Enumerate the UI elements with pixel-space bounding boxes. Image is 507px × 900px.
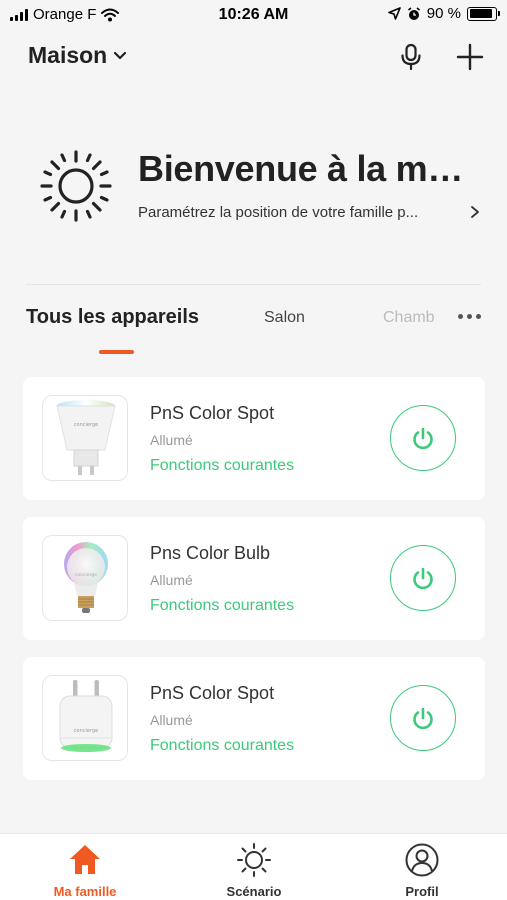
welcome-subtitle: Paramétrez la position de votre famille … [138, 204, 419, 221]
chevron-down-icon [114, 51, 127, 59]
tab-chambre[interactable]: Chamb [383, 309, 441, 327]
tab-salon[interactable]: Salon [264, 309, 305, 327]
divider [26, 284, 481, 285]
spot-bulb-icon: concierge [56, 400, 116, 475]
tab-all-devices[interactable]: Tous les appareils [26, 306, 199, 329]
device-card[interactable]: concierge PnS Color Spot Allumé Fonction… [23, 657, 485, 780]
common-functions-link[interactable]: Fonctions courantes [150, 597, 294, 615]
power-icon [413, 567, 433, 590]
power-icon [413, 707, 433, 730]
microphone-icon[interactable] [396, 42, 426, 72]
room-tabs: Tous les appareils Salon Chamb [0, 300, 507, 360]
svg-text:concierge: concierge [74, 728, 98, 734]
nav-label: Profil [405, 884, 439, 899]
status-right: 90 % [387, 5, 500, 22]
color-bulb-icon: concierge [64, 542, 108, 613]
common-functions-link[interactable]: Fonctions courantes [150, 457, 294, 475]
svg-text:concierge: concierge [74, 422, 98, 428]
nav-profile[interactable]: Profil [362, 834, 482, 900]
svg-text:concierge: concierge [75, 572, 97, 578]
device-card[interactable]: concierge Pns Color Bulb Allumé Fonction… [23, 517, 485, 640]
nav-family[interactable]: Ma famille [25, 834, 145, 900]
device-thumbnail: concierge [42, 535, 128, 621]
header: Maison [0, 36, 507, 76]
device-name: Pns Color Bulb [150, 543, 271, 563]
sun-icon [40, 150, 112, 222]
welcome-banner[interactable]: Bienvenue à la mai... Paramétrez la posi… [0, 140, 507, 240]
device-status: Allumé [150, 432, 193, 448]
active-tab-indicator [99, 350, 134, 354]
device-name: PnS Color Spot [150, 683, 275, 703]
chevron-right-icon [471, 206, 479, 218]
device-thumbnail: concierge [42, 395, 128, 481]
home-name: Maison [28, 42, 108, 68]
location-arrow-icon [387, 7, 401, 20]
alarm-icon [407, 6, 420, 20]
power-button[interactable] [390, 545, 456, 611]
nav-label: Scénario [226, 884, 282, 899]
welcome-title: Bienvenue à la mai... [138, 148, 478, 189]
add-device-icon[interactable] [455, 42, 485, 72]
bottom-navigation: Ma famille Scénario Profil [0, 833, 507, 900]
nav-scenario[interactable]: Scénario [194, 834, 314, 900]
power-icon [413, 427, 433, 450]
device-card[interactable]: concierge PnS Color Spot Allumé Fonction… [23, 377, 485, 500]
device-name: PnS Color Spot [150, 403, 275, 423]
device-status: Allumé [150, 572, 193, 588]
device-status: Allumé [150, 712, 193, 728]
more-options-icon[interactable] [458, 314, 481, 319]
nav-label: Ma famille [53, 884, 117, 899]
home-selector[interactable]: Maison [28, 42, 127, 69]
home-icon [70, 845, 100, 874]
common-functions-link[interactable]: Fonctions courantes [150, 737, 294, 755]
smart-plug-icon: concierge [59, 680, 113, 752]
battery-icon [467, 6, 500, 21]
power-button[interactable] [390, 405, 456, 471]
power-button[interactable] [390, 685, 456, 751]
device-thumbnail: concierge [42, 675, 128, 761]
status-bar: Orange F 10:26 AM 90 % [0, 0, 507, 32]
sun-icon [237, 843, 271, 877]
user-icon [405, 843, 439, 877]
battery-percent: 90 % [426, 5, 461, 22]
